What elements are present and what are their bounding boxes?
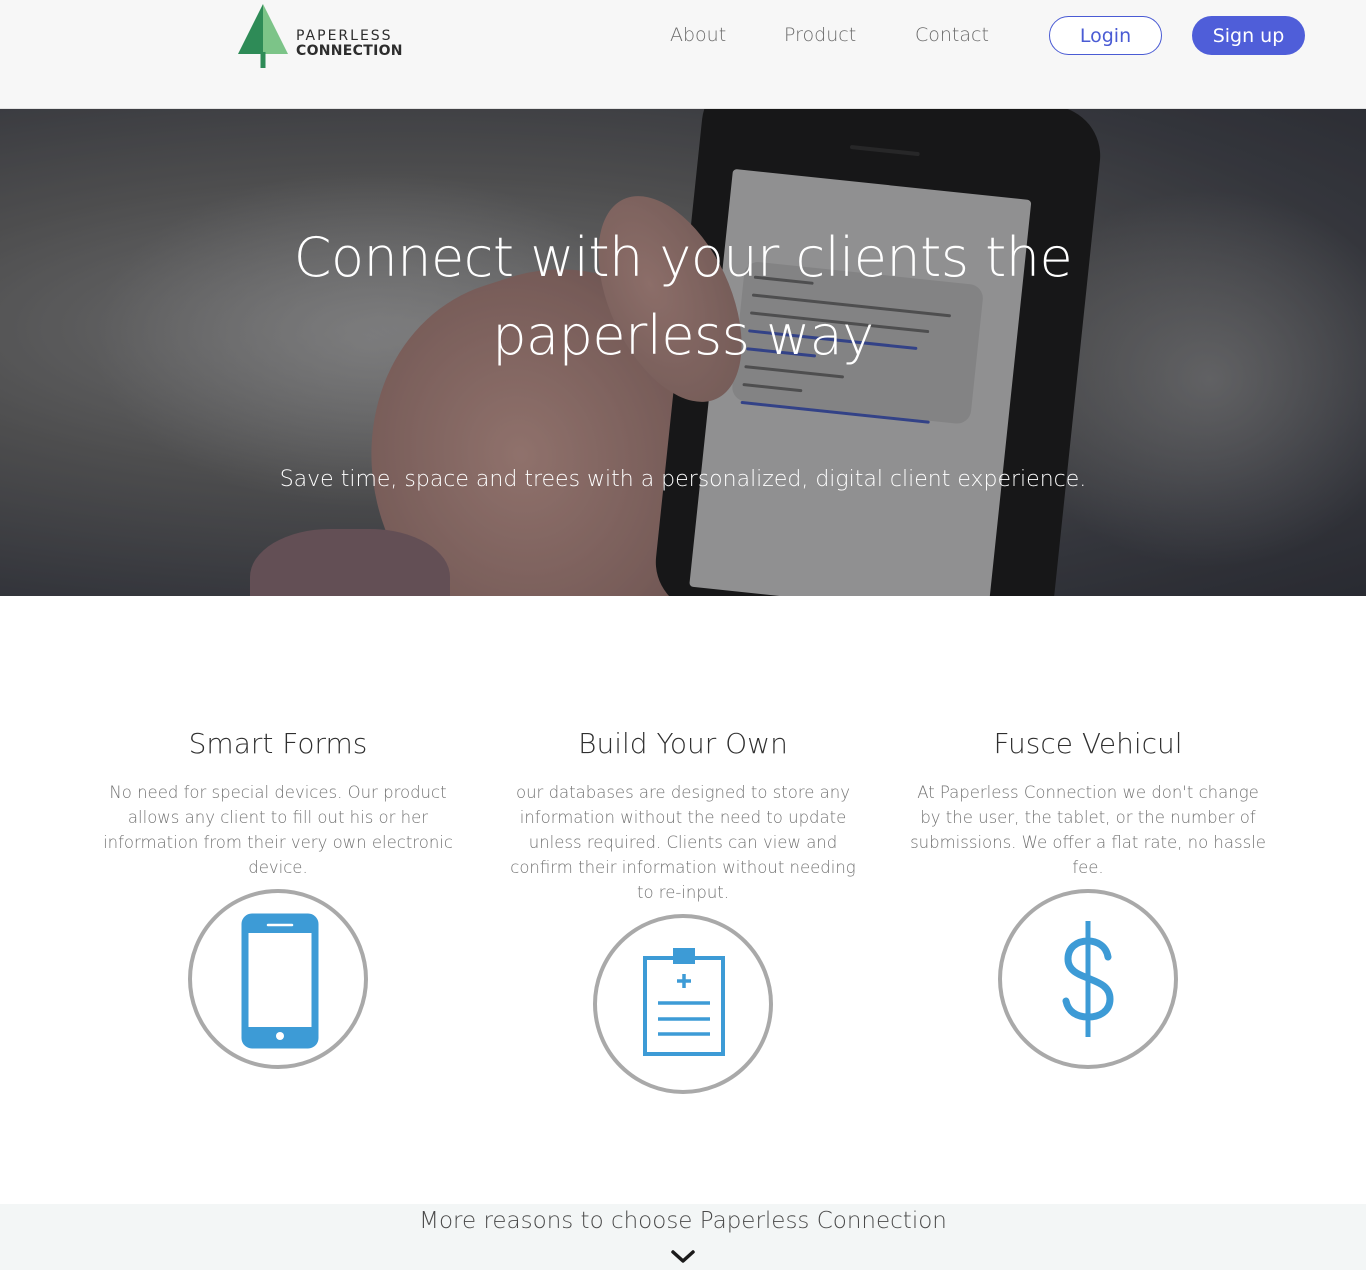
feature-title: Smart Forms: [188, 727, 368, 760]
hero-subtitle: Save time, space and trees with a person…: [279, 467, 1087, 492]
clipboard-icon: [593, 914, 773, 1094]
login-button[interactable]: Login: [1049, 16, 1162, 55]
feature-title: Fusce Vehicul: [993, 727, 1183, 760]
hero-section: Connect with your clients the paperless …: [0, 109, 1366, 596]
hero-title: Connect with your clients the paperless …: [293, 226, 1073, 367]
signup-button[interactable]: Sign up: [1192, 16, 1305, 55]
feature-fusce-vehicul: Fusce Vehicul At Paperless Connection we…: [898, 725, 1278, 880]
brand-name-line1: PAPERLESS: [296, 28, 393, 44]
nav-link-about[interactable]: About: [670, 24, 726, 46]
feature-description: No need for special devices. Our product…: [103, 783, 453, 877]
tree-icon: [238, 4, 288, 68]
smartphone-icon: [188, 889, 368, 1069]
dollar-icon: [998, 889, 1178, 1069]
brand-logo[interactable]: PAPERLESS CONNECTION: [236, 2, 406, 70]
more-reasons-label: More reasons to choose Paperless Connect…: [419, 1208, 947, 1234]
feature-description: At Paperless Connection we don't change …: [910, 783, 1266, 877]
top-navbar: PAPERLESS CONNECTION About Product Conta…: [0, 0, 1366, 109]
feature-description: our databases are designed to store any …: [510, 783, 856, 902]
feature-title: Build Your Own: [578, 727, 788, 760]
nav-link-product[interactable]: Product: [784, 24, 856, 46]
chevron-down-icon[interactable]: [670, 1248, 696, 1266]
feature-smart-forms: Smart Forms No need for special devices.…: [88, 725, 468, 880]
nav-link-contact[interactable]: Contact: [915, 24, 989, 46]
brand-name-line2: CONNECTION: [296, 43, 403, 59]
more-reasons-section: More reasons to choose Paperless Connect…: [0, 1204, 1366, 1270]
feature-build-your-own: Build Your Own our databases are designe…: [493, 725, 873, 905]
